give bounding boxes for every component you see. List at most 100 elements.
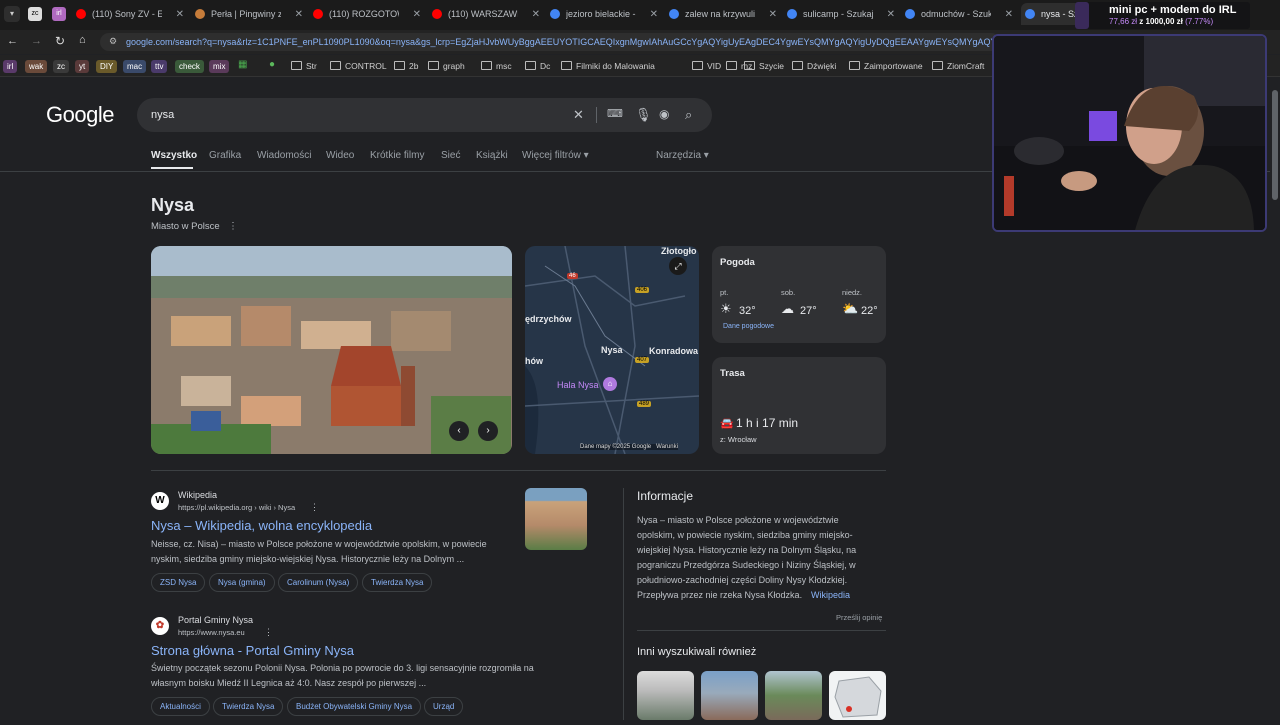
close-tab-icon[interactable]: ✕: [176, 9, 184, 20]
bookmark-folder[interactable]: Dźwięki: [792, 61, 836, 71]
bookmark-chip[interactable]: DIY: [96, 60, 118, 73]
poi-pin-icon[interactable]: ⌂: [603, 377, 617, 391]
search-box[interactable]: nysa ✕ ⌨ 🎙 ◉ ⌕: [137, 98, 712, 132]
search-filter-tab[interactable]: Wiadomości: [257, 150, 311, 161]
close-tab-icon[interactable]: ✕: [295, 9, 303, 20]
related-link-pill[interactable]: Carolinum (Nysa): [278, 573, 359, 592]
weather-data-link[interactable]: Dane pogodowe: [723, 323, 774, 330]
result-thumbnail[interactable]: [525, 488, 587, 550]
search-filter-tab[interactable]: Sieć: [441, 150, 460, 161]
result-title-link[interactable]: Nysa – Wikipedia, wolna encyklopedia: [151, 518, 372, 533]
bookmark-folder[interactable]: Str: [291, 61, 317, 71]
clear-icon[interactable]: ✕: [573, 107, 584, 123]
browser-tab[interactable]: Perła | Pingwiny z M ✕: [195, 3, 303, 25]
bookmark-chip[interactable]: ttv: [151, 60, 168, 73]
related-link-pill[interactable]: Twierdza Nysa: [213, 697, 284, 716]
search-filter-tab[interactable]: Więcej filtrów ▾: [522, 150, 589, 161]
browser-tab[interactable]: sulicamp - Szukaj w ✕: [787, 3, 895, 25]
back-icon[interactable]: ←: [7, 35, 18, 47]
browser-tab[interactable]: jezioro bielackie - S ✕: [550, 3, 658, 25]
browser-tab[interactable]: odmuchów - Szukaj ✕: [905, 3, 1013, 25]
related-link-pill[interactable]: Budżet Obywatelski Gminy Nysa: [287, 697, 422, 716]
related-link-pill[interactable]: Urząd: [424, 697, 464, 716]
related-link-pill[interactable]: ZSD Nysa: [151, 573, 206, 592]
green-circle-icon[interactable]: ●: [269, 59, 275, 70]
scrollbar-thumb[interactable]: [1272, 90, 1278, 200]
expand-map-icon[interactable]: ⤢: [669, 257, 687, 275]
bookmark-folder[interactable]: Zaimportowane: [849, 61, 923, 71]
feedback-link[interactable]: Prześlij opinię: [836, 613, 882, 622]
browser-tab[interactable]: (110) Sony ZV - E10 ✕: [76, 3, 184, 25]
lens-camera-icon[interactable]: ◉: [659, 107, 669, 121]
search-filter-tab[interactable]: Grafika: [209, 150, 241, 161]
result-url[interactable]: https://www.nysa.eu: [178, 628, 245, 637]
close-tab-icon[interactable]: ✕: [887, 9, 895, 20]
related-thumbnail[interactable]: [637, 671, 694, 720]
more-options-icon[interactable]: ⋮: [228, 221, 238, 232]
close-tab-icon[interactable]: ✕: [413, 9, 421, 20]
bookmark-folder[interactable]: ZiomCraft: [932, 61, 984, 71]
bookmark-chip[interactable]: yt: [75, 60, 90, 73]
bookmark-folder[interactable]: VID: [692, 61, 721, 71]
search-filter-tab[interactable]: Wideo: [326, 150, 354, 161]
microphone-icon[interactable]: 🎙: [635, 107, 652, 123]
keyboard-icon[interactable]: ⌨: [607, 107, 623, 120]
result-url[interactable]: https://pl.wikipedia.org › wiki › Nysa: [178, 503, 295, 512]
tab-label: Perła | Pingwiny z M: [211, 9, 281, 19]
bookmark-folder[interactable]: Filmiki do Malowania: [561, 61, 655, 71]
bookmark-folder[interactable]: 2b: [394, 61, 418, 71]
related-link-pill[interactable]: Nysa (gmina): [209, 573, 275, 592]
related-link-pill[interactable]: Aktualności: [151, 697, 210, 716]
city-photo[interactable]: ‹ ›: [151, 246, 512, 454]
related-thumbnail[interactable]: [829, 671, 886, 720]
route-card[interactable]: Trasa 🚘 1 h i 17 min z: Wrocław: [712, 357, 886, 454]
weather-card[interactable]: Pogoda pt. sob. niedz. ☀ 32° ☁ 27° ⛅ 22°…: [712, 246, 886, 343]
home-icon[interactable]: ⌂: [79, 34, 86, 46]
close-tab-icon[interactable]: ✕: [769, 9, 777, 20]
forward-icon[interactable]: →: [31, 35, 42, 47]
close-tab-icon[interactable]: ✕: [650, 9, 658, 20]
bookmark-folder[interactable]: msc: [481, 61, 512, 71]
bookmark-folder[interactable]: Szycie: [744, 61, 784, 71]
reload-icon[interactable]: ↻: [55, 34, 65, 48]
prev-image-button[interactable]: ‹: [449, 421, 469, 441]
related-thumbnail[interactable]: [701, 671, 758, 720]
browser-tab[interactable]: zalew na krzywuli - ✕: [669, 3, 777, 25]
search-icon[interactable]: ⌕: [685, 107, 692, 123]
search-filter-tab[interactable]: Wszystko: [151, 150, 197, 161]
bookmark-chip[interactable]: mix: [209, 60, 230, 73]
map-poi-label[interactable]: Hala Nysa: [557, 380, 599, 390]
more-options-icon[interactable]: ⋮: [310, 502, 319, 513]
close-tab-icon[interactable]: ✕: [532, 9, 540, 20]
bookmark-folder[interactable]: Dc: [525, 61, 550, 71]
bookmark-folder[interactable]: CONTROL: [330, 61, 387, 71]
search-input[interactable]: nysa: [151, 109, 174, 121]
bookmark-chip[interactable]: wak: [25, 60, 48, 73]
next-image-button[interactable]: ›: [478, 421, 498, 441]
search-filter-tab[interactable]: Książki: [476, 150, 508, 161]
site-info-icon[interactable]: ⚙: [109, 36, 117, 47]
related-thumbnail[interactable]: [765, 671, 822, 720]
browser-tab[interactable]: (110) ROZGOTOWA ✕: [313, 3, 421, 25]
bookmark-folder[interactable]: graph: [428, 61, 465, 71]
more-options-icon[interactable]: ⋮: [264, 627, 273, 638]
related-link-pill[interactable]: Twierdza Nysa: [362, 573, 433, 592]
pinned-tab-zc[interactable]: zc: [28, 7, 42, 21]
tools-button[interactable]: Narzędzia ▾: [656, 150, 709, 161]
browser-tab[interactable]: (110) WARSZAWIAC ✕: [432, 3, 540, 25]
search-filter-tab[interactable]: Krótkie filmy: [370, 150, 424, 161]
url-field[interactable]: ⚙ google.com/search?q=nysa&rlz=1C1PNFE_en…: [100, 33, 1000, 51]
google-logo[interactable]: Google: [46, 102, 114, 128]
map-card[interactable]: Złotogło ędrzychów Nysa Konradowa hów Ha…: [525, 246, 699, 454]
pinned-tab-irl[interactable]: irl: [52, 7, 66, 21]
bookmark-chip[interactable]: mac: [123, 60, 147, 73]
apps-grid-icon[interactable]: ▦: [238, 59, 247, 70]
tab-search-menu-icon[interactable]: ▾: [4, 6, 20, 22]
bookmark-chip[interactable]: check: [175, 60, 204, 73]
page-scrollbar[interactable]: [1270, 80, 1280, 720]
result-title-link[interactable]: Strona główna - Portal Gminy Nysa: [151, 643, 354, 658]
info-wikipedia-link[interactable]: Wikipedia: [811, 590, 850, 600]
close-tab-icon[interactable]: ✕: [1005, 9, 1013, 20]
bookmark-chip[interactable]: irl: [3, 60, 18, 73]
bookmark-chip[interactable]: zc: [53, 60, 69, 73]
